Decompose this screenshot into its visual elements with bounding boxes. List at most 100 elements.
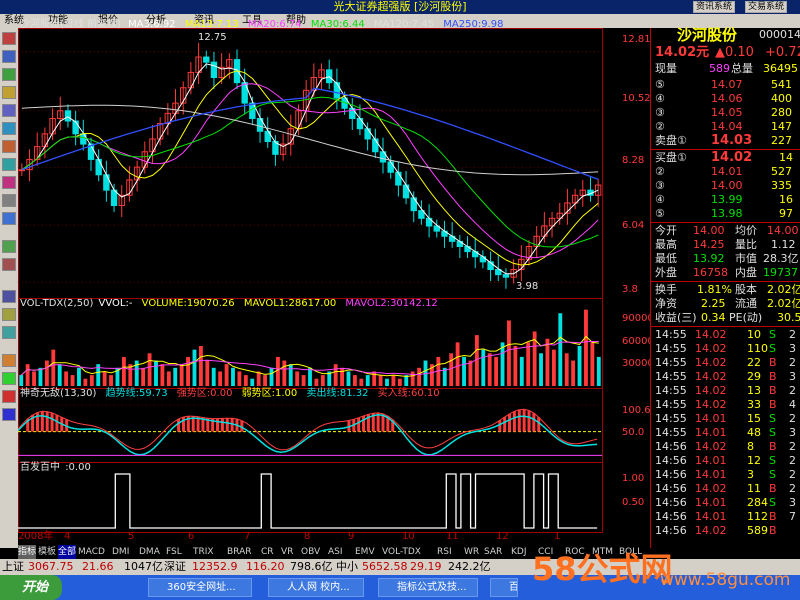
pc-icon[interactable]	[2, 122, 16, 135]
sell-vol: 147	[771, 120, 792, 133]
sell-vol: 400	[771, 92, 792, 105]
sh-label: 上证	[2, 560, 24, 573]
candle-body	[333, 82, 341, 99]
quote-icon[interactable]	[2, 32, 16, 45]
pen-icon[interactable]	[2, 308, 16, 321]
tick-list[interactable]: 14:55 14.02 10 S 2 14:55 14.02 110 S 3 14:55 14.02 2…	[651, 328, 800, 538]
window-icon[interactable]	[2, 104, 16, 117]
down-icon[interactable]	[2, 390, 16, 403]
stat-key: 流通	[735, 297, 757, 310]
watermark-big: 58公式网	[532, 550, 673, 588]
task-item-renren[interactable]: 人人网 校内...	[268, 578, 364, 597]
candle-body	[72, 120, 79, 135]
tick-p: 14.02	[695, 356, 727, 369]
tab-vr[interactable]: VR	[281, 545, 293, 559]
candle-body	[364, 128, 371, 140]
tab-dma[interactable]: DMA	[139, 545, 160, 559]
x-tick-7: 10	[402, 531, 415, 542]
tick-p: 14.02	[695, 328, 727, 341]
tab-asi[interactable]: ASI	[328, 545, 343, 559]
annotation-low: 3.98	[516, 281, 539, 292]
tab-指标[interactable]: 指标	[18, 545, 37, 559]
tick-d: B	[769, 440, 777, 453]
chart-svg[interactable]	[18, 28, 650, 548]
tick-t: 14:55	[655, 398, 687, 411]
tick-t: 14:55	[655, 328, 687, 341]
chart-icon[interactable]	[2, 50, 16, 63]
tab-rsi[interactable]: RSI	[437, 545, 452, 559]
left-toolbar	[0, 28, 18, 548]
tab-dmi[interactable]: DMI	[112, 545, 129, 559]
tab-模板[interactable]: 模板	[38, 545, 56, 559]
sheet-icon[interactable]	[2, 240, 16, 253]
mail-icon[interactable]	[2, 326, 16, 339]
tick-d: S	[769, 496, 776, 509]
assist-system-button[interactable]: 资讯系统	[693, 1, 736, 13]
sh-value: 3067.75	[28, 560, 74, 573]
tick-row: 14:56 14.01 112 B 7	[651, 510, 800, 524]
tick-v: 8	[747, 440, 754, 453]
vol-title: VOL-TDX(2,50) VVOL:- VOLUME:19070.26 MAV…	[20, 298, 438, 310]
tick-v: 13	[747, 384, 761, 397]
stat-value: 14.00	[693, 224, 725, 237]
y-tick-ind-1: 50.0	[622, 427, 645, 438]
legend-trend: 趋势线:59.73	[105, 388, 168, 399]
tick-row: 14:56 14.02 11 B 2	[651, 482, 800, 496]
legend-ma30: MA30:6.44	[310, 19, 365, 30]
tab-trix[interactable]: TRIX	[193, 545, 214, 559]
legend-weak: 弱势区:1.00	[241, 388, 298, 399]
task-item-bai[interactable]: 百	[490, 578, 518, 597]
tab-sar[interactable]: SAR	[484, 545, 502, 559]
tick-d: S	[769, 342, 776, 355]
tick-n: 2	[789, 328, 796, 341]
candle-body	[203, 56, 210, 63]
tick-row: 14:55 14.02 22 B 2	[651, 356, 800, 370]
sell-price: 14.04	[711, 120, 743, 133]
signal-title-text: 百发百中	[20, 462, 60, 473]
sell-level-1: 卖盘① 14.03 227	[651, 134, 800, 148]
stat-value: 16758	[693, 266, 728, 279]
folder-icon[interactable]	[2, 140, 16, 153]
news-icon[interactable]	[2, 176, 16, 189]
task-item-indicator[interactable]: 指标公式及技...	[378, 578, 478, 597]
tab-fsl[interactable]: FSL	[166, 545, 182, 559]
tick-v: 29	[747, 370, 761, 383]
tab-vol-tdx[interactable]: VOL-TDX	[382, 545, 421, 559]
tab-brar[interactable]: BRAR	[227, 545, 251, 559]
stat-key: 内盘	[735, 266, 757, 279]
link-icon[interactable]	[2, 408, 16, 421]
stat-value: 14.00	[767, 224, 799, 237]
stat-value: 28.3亿	[763, 252, 799, 265]
tab-全部[interactable]: 全部	[58, 545, 77, 559]
start-button[interactable]: 开始	[0, 575, 62, 600]
tab-wr[interactable]: WR	[464, 545, 479, 559]
candle-body	[402, 184, 410, 199]
tab-macd[interactable]: MACD	[78, 545, 105, 559]
sell-idx: ⑤	[655, 78, 665, 91]
ind-title-text: 神奇无敌(13,30)	[20, 388, 97, 399]
graph-icon[interactable]	[2, 86, 16, 99]
sell-idx: 卖盘①	[655, 134, 687, 147]
tab-obv[interactable]: OBV	[301, 545, 320, 559]
note-icon[interactable]	[2, 258, 16, 271]
tab-emv[interactable]: EMV	[355, 545, 375, 559]
arrow-icon[interactable]	[2, 354, 16, 367]
tick-row: 14:55 14.02 13 B 2	[651, 384, 800, 398]
trade-system-button[interactable]: 交易系统	[745, 1, 788, 13]
tab-cr[interactable]: CR	[261, 545, 274, 559]
info-icon[interactable]	[2, 158, 16, 171]
sz-change: 116.20	[246, 560, 285, 573]
title-bar: 光大证券超强版 [沙河股份] 资讯系统 交易系统	[0, 0, 800, 14]
grid-icon[interactable]	[2, 212, 16, 225]
calc-icon[interactable]	[2, 194, 16, 207]
task-item-360[interactable]: 360安全网址...	[148, 578, 252, 597]
list-icon[interactable]	[2, 68, 16, 81]
chart-area[interactable]: 沙河股份(日线 前复权) MA3:6.92 MA13:7.13 MA20:6.7…	[18, 19, 654, 548]
up-icon[interactable]	[2, 372, 16, 385]
stat-key: 股本	[735, 283, 757, 296]
tick-v: 22	[747, 356, 761, 369]
zx-change: 29.19	[410, 560, 442, 573]
doc-icon[interactable]	[2, 290, 16, 303]
tick-row: 14:55 14.02 33 B 4	[651, 398, 800, 412]
tick-row: 14:55 14.01 15 S 2	[651, 412, 800, 426]
